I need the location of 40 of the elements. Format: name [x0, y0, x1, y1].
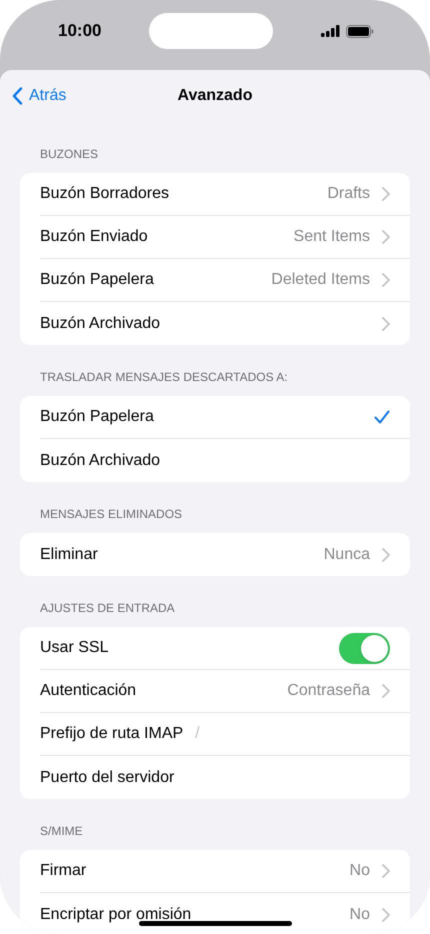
row-label: Puerto del servidor	[40, 768, 174, 788]
section-header: TRASLADAR MENSAJES DESCARTADOS A:	[40, 370, 288, 384]
chevron-right-icon	[382, 273, 390, 287]
chevron-right-icon	[382, 187, 390, 201]
row-label[interactable]: Encriptar por omisión	[40, 902, 192, 926]
status-time: 10:00	[58, 20, 102, 42]
section-header: MENSAJES ELIMINADOS	[40, 507, 182, 521]
toggle-switch[interactable]	[339, 632, 390, 664]
row-label: Prefijo de ruta IMAP	[40, 724, 184, 744]
row-label[interactable]: Buzón Papelera	[40, 405, 154, 429]
back-button[interactable]: Atrás	[12, 84, 66, 108]
row-label[interactable]: Firmar	[40, 859, 86, 883]
section-header: BUZONES	[40, 147, 98, 161]
row-value: No	[350, 861, 370, 881]
row-label[interactable]: Autenticación	[40, 679, 136, 703]
chevron-right-icon	[382, 316, 390, 330]
row-value: Nunca	[324, 544, 370, 564]
section-header: AJUSTES DE ENTRADA	[40, 601, 175, 615]
row-label[interactable]: Buzón Enviado	[40, 225, 148, 249]
chevron-right-icon	[382, 908, 390, 922]
chevron-right-icon	[382, 230, 390, 244]
row-label[interactable]: Buzón Archivado	[40, 312, 160, 336]
chevron-right-icon	[382, 548, 390, 562]
chevron-left-icon	[12, 87, 23, 105]
section-header: S/MIME	[40, 824, 83, 838]
chevron-right-icon	[382, 684, 390, 698]
battery-icon	[346, 24, 374, 38]
row-label[interactable]: Buzón Papelera	[40, 268, 154, 292]
row-label[interactable]: Usar SSL	[40, 636, 108, 660]
row-value: Contraseña	[287, 681, 370, 701]
row-label[interactable]: Eliminar	[40, 542, 98, 566]
row-value: No	[350, 904, 370, 924]
screen-title: Avanzado	[178, 86, 252, 106]
chevron-right-icon	[382, 864, 390, 878]
row-value: Deleted Items	[271, 270, 370, 290]
row-value: Sent Items	[294, 227, 370, 247]
row-value: Drafts	[327, 184, 370, 204]
row-label[interactable]: Buzón Archivado	[40, 448, 160, 472]
signal-icon	[320, 25, 341, 37]
row-label[interactable]: Buzón Borradores	[40, 182, 169, 206]
